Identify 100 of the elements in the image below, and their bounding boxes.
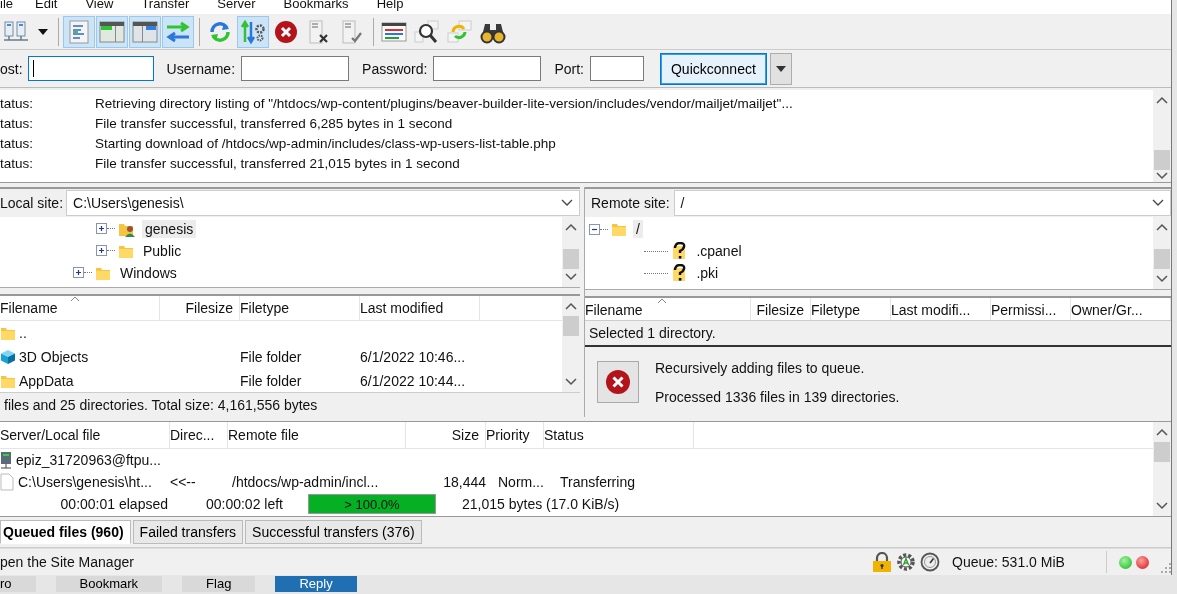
tab[interactable]: Queued files (960) <box>0 520 131 544</box>
taskbar-button[interactable]: ro <box>0 576 36 592</box>
status-message: pen the Site Manager <box>0 554 135 570</box>
scroll-down-icon[interactable] <box>565 273 577 282</box>
collapse-icon[interactable] <box>589 223 600 235</box>
scrollbar-thumb[interactable] <box>1154 150 1170 170</box>
column-header[interactable]: Direc... <box>170 422 228 448</box>
scrollbar-thumb[interactable] <box>563 248 579 269</box>
path-field[interactable]: / <box>673 190 1171 216</box>
scroll-up-icon[interactable] <box>1156 96 1168 104</box>
column-header[interactable]: Filename <box>0 296 160 321</box>
scrollbar-thumb[interactable] <box>1154 249 1170 269</box>
table-cell: AppData <box>19 373 74 390</box>
table-lines-icon <box>381 20 407 43</box>
tab[interactable]: Failed transfers <box>132 520 244 544</box>
quickconnect-button[interactable]: Quickconnect <box>660 52 767 85</box>
scroll-up-icon[interactable] <box>565 302 577 311</box>
site-label: Remote site: <box>590 195 671 211</box>
table-cell-text: Transferring <box>560 474 636 490</box>
log-label: tatus: <box>0 115 35 131</box>
table-cell: File folder <box>240 373 302 390</box>
password-field[interactable] <box>433 56 542 81</box>
column-header[interactable]: Last modifi... <box>891 298 991 320</box>
table-cell-text: Norm... <box>498 474 545 490</box>
log-label: tatus: <box>0 95 35 111</box>
scrollbar-thumb[interactable] <box>563 316 579 337</box>
taskbar-button[interactable]: Bookmark <box>55 576 163 592</box>
status-light-icon <box>1136 555 1149 569</box>
log-label: tatus: <box>0 135 35 151</box>
column-header[interactable]: Filetype <box>811 298 891 320</box>
window-pane-icon <box>99 20 125 43</box>
arrows-gear-icon <box>240 19 266 44</box>
tree-item[interactable]: .pki <box>693 264 722 282</box>
scroll-down-icon[interactable] <box>1156 275 1168 283</box>
tree-item[interactable]: .cpanel <box>693 242 745 260</box>
column-header[interactable]: Owner/Gr... <box>1071 298 1171 320</box>
table-cell-text: C:\Users\genesis\ht... <box>18 474 153 490</box>
log-message: Retrieving directory listing of "/htdocs/wp-content/plugins/beaver-builder-lite-version/includes/vendor/mailjet/mailjet"... <box>95 95 793 111</box>
column-header[interactable]: Filesize <box>160 296 240 321</box>
log-label: tatus: <box>0 155 35 171</box>
window-pane-icon <box>132 20 158 43</box>
column-header[interactable]: Priority <box>486 422 544 448</box>
transfer-arrows-icon <box>165 20 191 43</box>
host-field[interactable] <box>27 56 154 81</box>
column-header[interactable]: Filetype <box>240 296 360 321</box>
scroll-up-icon[interactable] <box>565 222 577 231</box>
table-cell-text: 18,444 <box>442 474 487 490</box>
chevron-down-icon[interactable] <box>1152 199 1164 207</box>
tree-item[interactable]: Windows <box>117 263 180 282</box>
expand-icon[interactable] <box>96 245 107 257</box>
speedometer-icon <box>920 552 940 572</box>
scroll-down-icon[interactable] <box>1156 502 1168 510</box>
document-cross-icon <box>309 19 329 44</box>
question-mark-icon <box>671 242 688 260</box>
expand-icon[interactable] <box>96 223 107 235</box>
username-field[interactable] <box>241 56 350 81</box>
time-left: 00:00:02 left <box>204 496 283 512</box>
table-cell-text: <<-- <box>170 474 197 490</box>
tab[interactable]: Successful transfers (376) <box>245 520 422 544</box>
port-field[interactable] <box>590 56 644 81</box>
dropdown-button[interactable] <box>769 52 792 85</box>
column-header[interactable]: Last modified <box>360 296 480 321</box>
cancel-icon <box>274 19 298 44</box>
tree-item[interactable]: / <box>633 220 643 238</box>
server-icon <box>0 451 12 469</box>
sync-icon <box>447 19 473 44</box>
scrollbar-thumb[interactable] <box>1154 442 1170 462</box>
expand-icon[interactable] <box>73 267 84 279</box>
toolbar-button[interactable] <box>96 15 128 48</box>
question-mark-icon <box>671 264 688 282</box>
chevron-down-icon[interactable] <box>561 198 573 207</box>
path-field[interactable]: C:\Users\genesis\ <box>66 189 580 216</box>
notice-text: Processed 1336 files in 139 directories. <box>655 388 900 405</box>
taskbar-button[interactable]: Reply <box>275 576 357 592</box>
scroll-up-icon[interactable] <box>1156 428 1168 436</box>
scroll-down-icon[interactable] <box>1156 172 1168 180</box>
toolbar-button[interactable] <box>129 15 161 48</box>
scroll-up-icon[interactable] <box>1156 223 1168 231</box>
error-icon <box>597 361 639 403</box>
column-header[interactable]: Size <box>406 422 486 448</box>
table-cell-text: /htdocs/wp-admin/incl... <box>232 474 380 490</box>
column-header[interactable]: Status <box>544 422 694 448</box>
search-icon <box>414 19 440 44</box>
scroll-down-icon[interactable] <box>565 378 577 387</box>
cube-icon <box>0 349 16 366</box>
table-cell: 6/1/2022 10:46... <box>360 349 466 366</box>
column-header[interactable]: Permissi... <box>991 298 1071 320</box>
taskbar-button[interactable]: Flag <box>182 576 256 592</box>
gear-icon <box>896 552 916 572</box>
column-header[interactable]: Filename <box>585 298 751 320</box>
resize-grip-icon[interactable] <box>1161 563 1171 573</box>
tree-item[interactable]: Public <box>140 241 185 260</box>
column-header[interactable]: Remote file <box>228 422 406 448</box>
table-cell: File folder <box>240 349 302 366</box>
table-cell: epiz_31720963@ftpu... <box>16 452 161 468</box>
table-cell: .. <box>19 325 27 342</box>
tree-item[interactable]: genesis <box>142 219 197 238</box>
column-header[interactable]: Filesize <box>751 298 811 320</box>
status-text: files and 25 directories. Total size: 4,161,556 bytes <box>0 392 580 417</box>
column-header[interactable]: Server/Local file <box>0 422 170 448</box>
